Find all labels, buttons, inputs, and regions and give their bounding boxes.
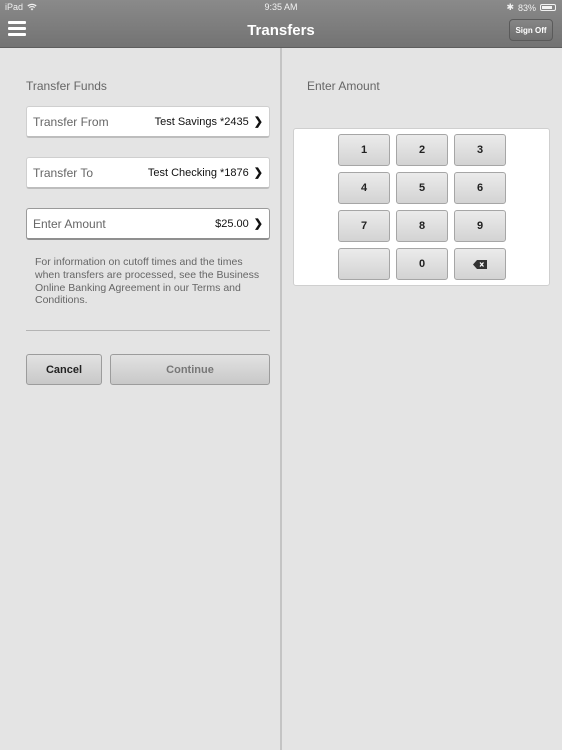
transfer-to-value: Test Checking *1876 — [147, 166, 249, 179]
battery-icon — [540, 4, 556, 11]
bluetooth-icon: ✱ — [506, 2, 514, 12]
continue-button[interactable]: Continue — [110, 354, 270, 385]
transfer-from-label: Transfer From — [33, 114, 109, 129]
status-time: 9:35 AM — [264, 2, 298, 12]
cutoff-info-text: For information on cutoff times and the … — [35, 256, 260, 307]
key-blank[interactable] — [338, 248, 390, 280]
chevron-right-icon: ❯ — [253, 218, 263, 230]
key-7[interactable]: 7 — [338, 210, 390, 242]
transfer-from-row[interactable]: Transfer From Test Savings *2435 ❯ — [26, 106, 270, 138]
key-3[interactable]: 3 — [454, 134, 506, 166]
key-backspace[interactable] — [454, 248, 506, 280]
transfer-to-label: Transfer To — [33, 165, 94, 180]
battery-percent: 83% — [517, 2, 536, 13]
backspace-icon — [473, 259, 487, 269]
navigation-bar: iPad 9:35 AM ✱ 83% Transfers Sign Off — [0, 0, 562, 48]
amount-entry-pane: Enter Amount 1 2 3 4 5 6 7 8 9 0 — [282, 48, 562, 750]
key-6[interactable]: 6 — [454, 172, 506, 204]
amount-value: $25.00 — [215, 217, 249, 230]
enter-amount-row[interactable]: Enter Amount $25.00 ❯ — [26, 208, 270, 240]
key-5[interactable]: 5 — [396, 172, 448, 204]
transfer-form-pane: Transfer Funds Transfer From Test Saving… — [0, 48, 280, 750]
battery-fill — [542, 6, 552, 9]
divider — [26, 330, 270, 331]
key-4[interactable]: 4 — [338, 172, 390, 204]
section-title-transfer-funds: Transfer Funds — [26, 79, 107, 93]
sign-off-button[interactable]: Sign Off — [509, 19, 553, 41]
key-1[interactable]: 1 — [338, 134, 390, 166]
key-0[interactable]: 0 — [396, 248, 448, 280]
transfer-to-row[interactable]: Transfer To Test Checking *1876 ❯ — [26, 157, 270, 189]
status-bar: iPad 9:35 AM ✱ 83% — [0, 0, 562, 14]
chevron-right-icon: ❯ — [253, 116, 263, 128]
cancel-button[interactable]: Cancel — [26, 354, 102, 385]
chevron-right-icon: ❯ — [253, 167, 263, 179]
section-title-enter-amount: Enter Amount — [307, 79, 380, 93]
key-8[interactable]: 8 — [396, 210, 448, 242]
page-title: Transfers — [247, 22, 315, 39]
transfer-from-value: Test Savings *2435 — [154, 115, 249, 128]
key-2[interactable]: 2 — [396, 134, 448, 166]
numeric-keypad: 1 2 3 4 5 6 7 8 9 0 — [293, 128, 550, 286]
enter-amount-label: Enter Amount — [33, 216, 106, 231]
key-9[interactable]: 9 — [454, 210, 506, 242]
